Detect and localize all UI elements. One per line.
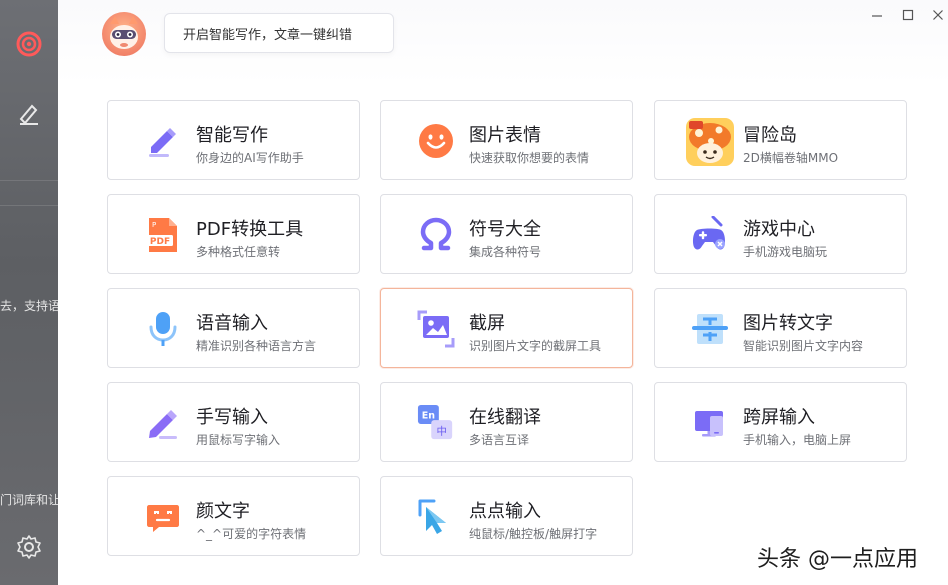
greeting-bubble[interactable]: 开启智能写作，文章一键纠错 bbox=[164, 13, 394, 53]
tool-card-maplestory[interactable]: 冒险岛 2D横幅卷轴MMO bbox=[654, 100, 907, 180]
settings-button[interactable] bbox=[12, 530, 46, 564]
tool-title: 冒险岛 bbox=[743, 125, 797, 146]
watermark-text: 头条 @一点应用 bbox=[757, 547, 918, 572]
tool-subtitle: 纯鼠标/触控板/触屏打字 bbox=[469, 527, 598, 541]
background-text-2: 门词库和让 bbox=[0, 493, 58, 507]
click-cursor-icon bbox=[417, 498, 455, 536]
svg-text:P: P bbox=[152, 221, 156, 229]
tool-title: 颜文字 bbox=[196, 501, 250, 522]
tool-subtitle: 手机输入，电脑上屏 bbox=[743, 433, 852, 447]
toolbox-panel: 开启智能写作，文章一键纠错 智能写作 你身边的AI写作助手 图片表情 快速获取你… bbox=[58, 0, 948, 585]
tool-title: 图片表情 bbox=[469, 125, 541, 146]
maximize-button[interactable] bbox=[899, 6, 917, 24]
maplestory-mushroom-icon bbox=[685, 117, 735, 167]
tool-subtitle: 2D横幅卷轴MMO bbox=[743, 151, 839, 165]
gamepad-icon bbox=[691, 216, 729, 254]
tool-card-game-center[interactable]: 游戏中心 手机游戏电脑玩 bbox=[654, 194, 907, 274]
maximize-icon bbox=[902, 9, 914, 21]
tool-card-voice-input[interactable]: 语音输入 精准识别各种语言方言 bbox=[107, 288, 360, 368]
screenshot-crop-icon bbox=[417, 310, 455, 348]
minimize-icon bbox=[872, 15, 882, 17]
tool-card-online-translate[interactable]: En 中 在线翻译 多语言互译 bbox=[380, 382, 633, 462]
tool-title: 智能写作 bbox=[196, 125, 268, 146]
smiley-icon bbox=[417, 122, 455, 160]
tool-title: 点点输入 bbox=[469, 501, 541, 522]
tool-card-image-to-text[interactable]: 图片转文字 智能识别图片文字内容 bbox=[654, 288, 907, 368]
tool-card-image-emoji[interactable]: 图片表情 快速获取你想要的表情 bbox=[380, 100, 633, 180]
omega-icon bbox=[417, 216, 455, 254]
close-button[interactable] bbox=[929, 6, 947, 24]
mascot-avatar[interactable] bbox=[102, 12, 146, 56]
tool-subtitle: 集成各种符号 bbox=[469, 245, 542, 259]
edit-pen-icon bbox=[19, 104, 38, 125]
tool-subtitle: 用鼠标写字输入 bbox=[196, 433, 281, 447]
tool-card-handwriting[interactable]: 手写输入 用鼠标写字输入 bbox=[107, 382, 360, 462]
tool-title: 在线翻译 bbox=[469, 407, 541, 428]
mascot-face-icon bbox=[110, 16, 138, 49]
background-window-strip: 去，支持语 门词库和让 bbox=[0, 0, 58, 585]
gear-icon bbox=[17, 535, 41, 559]
tool-subtitle: 你身边的AI写作助手 bbox=[196, 151, 304, 165]
cross-screen-icon bbox=[691, 404, 729, 442]
tool-subtitle: 手机游戏电脑玩 bbox=[743, 245, 828, 259]
tool-subtitle: 多种格式任意转 bbox=[196, 245, 281, 259]
pencil-icon bbox=[144, 404, 182, 442]
tool-card-screenshot[interactable]: 截屏 识别图片文字的截屏工具 bbox=[380, 288, 633, 368]
tool-title: 手写输入 bbox=[196, 407, 268, 428]
svg-text:En: En bbox=[422, 410, 435, 421]
tool-subtitle: 识别图片文字的截屏工具 bbox=[469, 339, 602, 353]
tool-title: 游戏中心 bbox=[743, 219, 815, 240]
close-icon bbox=[933, 10, 943, 20]
tool-title: 跨屏输入 bbox=[743, 407, 815, 428]
tool-card-smart-writing[interactable]: 智能写作 你身边的AI写作助手 bbox=[107, 100, 360, 180]
tool-title: 语音输入 bbox=[196, 313, 268, 334]
tool-title: 图片转文字 bbox=[743, 313, 833, 334]
greeting-text: 开启智能写作，文章一键纠错 bbox=[183, 27, 353, 43]
tool-subtitle: 精准识别各种语言方言 bbox=[196, 339, 317, 353]
tool-subtitle: 快速获取你想要的表情 bbox=[469, 151, 590, 165]
tool-subtitle: 智能识别图片文字内容 bbox=[743, 339, 864, 353]
image-to-text-icon bbox=[691, 310, 729, 348]
tool-card-symbols[interactable]: 符号大全 集成各种符号 bbox=[380, 194, 633, 274]
target-logo-icon bbox=[16, 31, 42, 57]
tool-card-pdf-converter[interactable]: P PDF PDF转换工具 多种格式任意转 bbox=[107, 194, 360, 274]
translate-icon: En 中 bbox=[417, 404, 455, 442]
microphone-icon bbox=[144, 310, 182, 348]
tool-card-kaomoji[interactable]: 颜文字 ^_^可爱的字符表情 bbox=[107, 476, 360, 556]
minimize-button[interactable] bbox=[868, 6, 886, 24]
background-text-1: 去，支持语 bbox=[0, 299, 58, 313]
pen-write-icon bbox=[144, 122, 182, 160]
tool-title: 符号大全 bbox=[469, 219, 541, 240]
svg-text:PDF: PDF bbox=[150, 237, 170, 247]
tool-card-click-input[interactable]: 点点输入 纯鼠标/触控板/触屏打字 bbox=[380, 476, 633, 556]
pdf-file-icon: P PDF bbox=[144, 216, 182, 254]
kaomoji-icon bbox=[144, 498, 182, 536]
edit-tool-button[interactable] bbox=[12, 96, 46, 130]
tool-subtitle: ^_^可爱的字符表情 bbox=[196, 527, 307, 541]
tool-title: 截屏 bbox=[469, 313, 505, 334]
tool-card-cross-screen[interactable]: 跨屏输入 手机输入，电脑上屏 bbox=[654, 382, 907, 462]
tool-title: PDF转换工具 bbox=[196, 219, 304, 240]
tool-subtitle: 多语言互译 bbox=[469, 433, 530, 447]
svg-text:中: 中 bbox=[436, 424, 446, 437]
app-logo-button[interactable] bbox=[12, 27, 46, 61]
